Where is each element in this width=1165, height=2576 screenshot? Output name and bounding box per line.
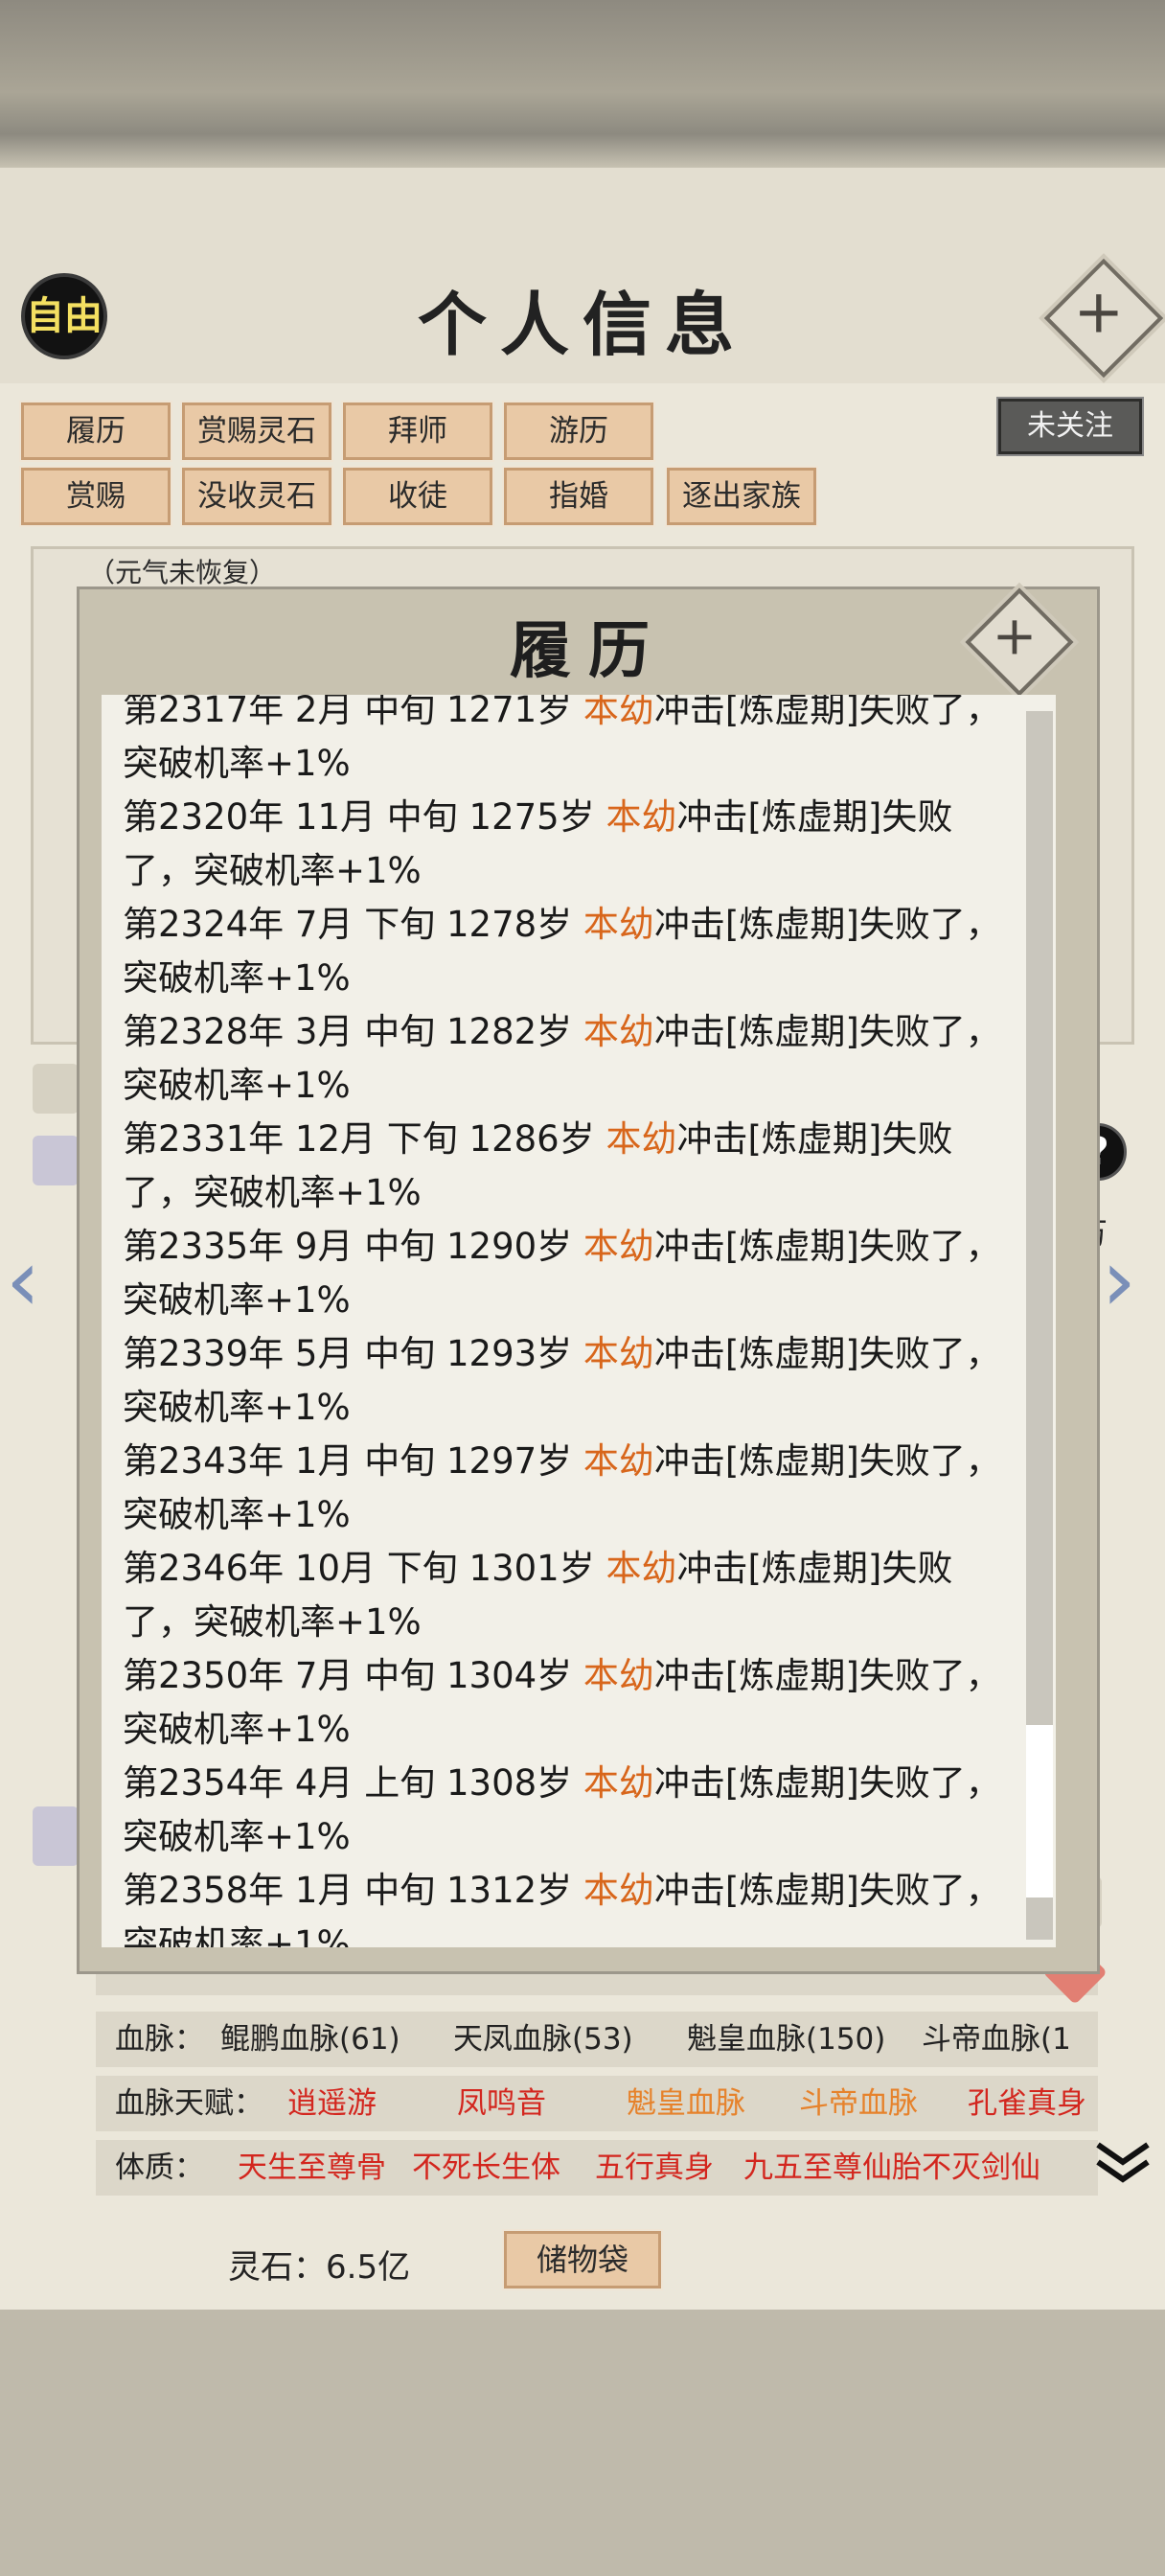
- bloodline-row: 血脉： 鲲鹏血脉(61) 天凤血脉(53) 魁皇血脉(150) 斗帝血脉(1: [96, 2012, 1098, 2067]
- history-entry: 第2350年 7月 中旬 1304岁 本幼冲击[炼虚期]失败了，突破机率+1%: [123, 1649, 1023, 1757]
- entry-date-age: 第2339年 5月 中旬 1293岁: [123, 1333, 583, 1374]
- entry-character-name[interactable]: 本幼: [583, 695, 654, 730]
- history-entry: 第2324年 7月 下旬 1278岁 本幼冲击[炼虚期]失败了，突破机率+1%: [123, 898, 1023, 1005]
- history-entry: 第2346年 10月 下旬 1301岁 本幼冲击[炼虚期]失败了，突破机率+1%: [123, 1542, 1023, 1649]
- history-entry: 第2339年 5月 中旬 1293岁 本幼冲击[炼虚期]失败了，突破机率+1%: [123, 1327, 1023, 1435]
- bloodline-item: 斗帝血脉(1: [922, 2022, 1071, 2057]
- history-button[interactable]: 履历: [19, 401, 172, 462]
- storage-bag-button[interactable]: 储物袋: [502, 2229, 663, 2290]
- modal-title: 履历: [510, 615, 667, 687]
- bloodline-item: 魁皇血脉(150): [687, 2022, 886, 2057]
- entry-date-age: 第2358年 1月 中旬 1312岁: [123, 1870, 583, 1911]
- reward-stone-button[interactable]: 赏赐灵石: [180, 401, 333, 462]
- physique-item: 天生至尊骨: [238, 2150, 386, 2185]
- talent-label: 血脉天赋：: [115, 2086, 263, 2121]
- entry-character-name[interactable]: 本幼: [605, 1548, 676, 1589]
- physique-item: 五行真身: [595, 2150, 714, 2185]
- entry-character-name[interactable]: 本幼: [583, 1226, 654, 1267]
- page-title: 个人信息: [417, 284, 747, 365]
- physique-label: 体质：: [115, 2150, 204, 2185]
- history-entry: 第2331年 12月 下旬 1286岁 本幼冲击[炼虚期]失败了，突破机率+1%: [123, 1113, 1023, 1220]
- close-button[interactable]: ✕: [1043, 258, 1164, 379]
- entry-character-name[interactable]: 本幼: [583, 904, 654, 945]
- spirit-stone-count: 灵石：6.5亿: [228, 2248, 411, 2287]
- entry-date-age: 第2317年 2月 中旬 1271岁: [123, 695, 583, 730]
- history-scrollbar-thumb[interactable]: [1026, 1725, 1053, 1898]
- entry-character-name[interactable]: 本幼: [583, 1762, 654, 1804]
- history-entry: 第2328年 3月 中旬 1282岁 本幼冲击[炼虚期]失败了，突破机率+1%: [123, 1005, 1023, 1113]
- close-icon: ✕: [1062, 277, 1136, 351]
- physique-item: 不死长生体: [412, 2150, 560, 2185]
- travel-button[interactable]: 游历: [502, 401, 655, 462]
- history-entry: 第2317年 2月 中旬 1271岁 本幼冲击[炼虚期]失败了，突破机率+1%: [123, 695, 1023, 791]
- status-note: （元气未恢复）: [88, 557, 277, 588]
- entry-date-age: 第2346年 10月 下旬 1301岁: [123, 1548, 606, 1589]
- physique-row: 体质： 天生至尊骨 不死长生体 五行真身 九五至尊仙胎不灭剑仙: [96, 2140, 1098, 2196]
- history-list[interactable]: 第2317年 2月 中旬 1271岁 本幼冲击[炼虚期]失败了，突破机率+1% 第…: [102, 695, 1056, 1947]
- reward-button[interactable]: 赏赐: [19, 466, 172, 527]
- modal-close-icon: ✕: [982, 605, 1049, 672]
- bloodline-label: 血脉：: [115, 2022, 204, 2057]
- talent-item: 魁皇血脉: [627, 2086, 745, 2121]
- entry-character-name[interactable]: 本幼: [605, 1118, 676, 1160]
- history-entry: 第2335年 9月 中旬 1290岁 本幼冲击[炼虚期]失败了，突破机率+1%: [123, 1220, 1023, 1327]
- top-scroll-decoration: [0, 0, 1165, 168]
- entry-character-name[interactable]: 本幼: [583, 1333, 654, 1374]
- next-arrow-icon[interactable]: ›: [1102, 1230, 1136, 1331]
- entry-date-age: 第2335年 9月 中旬 1290岁: [123, 1226, 583, 1267]
- history-entry: 第2358年 1月 中旬 1312岁 本幼冲击[炼虚期]失败了，突破机率+1%: [123, 1864, 1023, 1947]
- talent-item: 逍遥游: [287, 2086, 377, 2121]
- talent-row: 血脉天赋： 逍遥游 凤鸣音 魁皇血脉 斗帝血脉 孔雀真身: [96, 2076, 1098, 2131]
- entry-date-age: 第2354年 4月 上旬 1308岁: [123, 1762, 583, 1804]
- apprentice-button[interactable]: 拜师: [341, 401, 494, 462]
- expel-family-button[interactable]: 逐出家族: [665, 466, 818, 527]
- take-disciple-button[interactable]: 收徒: [341, 466, 494, 527]
- entry-date-age: 第2331年 12月 下旬 1286岁: [123, 1118, 606, 1160]
- tab-peek: [33, 1136, 79, 1185]
- entry-date-age: 第2328年 3月 中旬 1282岁: [123, 1011, 583, 1052]
- history-entry: 第2320年 11月 中旬 1275岁 本幼冲击[炼虚期]失败了，突破机率+1%: [123, 791, 1023, 898]
- arrange-marriage-button[interactable]: 指婚: [502, 466, 655, 527]
- bottom-background: [0, 2310, 1165, 2576]
- entry-date-age: 第2320年 11月 中旬 1275岁: [123, 796, 606, 838]
- talent-item: 孔雀真身: [968, 2086, 1086, 2121]
- bloodline-item: 天凤血脉(53): [453, 2022, 633, 2057]
- talent-item: 凤鸣音: [457, 2086, 546, 2121]
- expand-down-icon[interactable]: [1094, 2139, 1152, 2187]
- confiscate-stone-button[interactable]: 没收灵石: [180, 466, 333, 527]
- talent-item: 斗帝血脉: [799, 2086, 918, 2121]
- entry-date-age: 第2343年 1月 中旬 1297岁: [123, 1440, 583, 1482]
- physique-item: 九五至尊仙胎不灭剑仙: [743, 2150, 1040, 2185]
- entry-character-name[interactable]: 本幼: [583, 1440, 654, 1482]
- tab-peek: [33, 1064, 79, 1114]
- entry-character-name[interactable]: 本幼: [605, 796, 676, 838]
- modal-close-button[interactable]: ✕: [965, 587, 1074, 697]
- history-entry: 第2343年 1月 中旬 1297岁 本幼冲击[炼虚期]失败了，突破机率+1%: [123, 1435, 1023, 1542]
- entry-date-age: 第2350年 7月 中旬 1304岁: [123, 1655, 583, 1696]
- entry-character-name[interactable]: 本幼: [583, 1655, 654, 1696]
- entry-character-name[interactable]: 本幼: [583, 1011, 654, 1052]
- prev-arrow-icon[interactable]: ‹: [6, 1230, 40, 1331]
- entry-date-age: 第2324年 7月 下旬 1278岁: [123, 904, 583, 945]
- tab-peek: [33, 1806, 79, 1866]
- entry-character-name[interactable]: 本幼: [583, 1870, 654, 1911]
- follow-button[interactable]: 未关注: [996, 397, 1144, 456]
- bloodline-item: 鲲鹏血脉(61): [220, 2022, 400, 2057]
- history-entry: 第2354年 4月 上旬 1308岁 本幼冲击[炼虚期]失败了，突破机率+1%: [123, 1757, 1023, 1864]
